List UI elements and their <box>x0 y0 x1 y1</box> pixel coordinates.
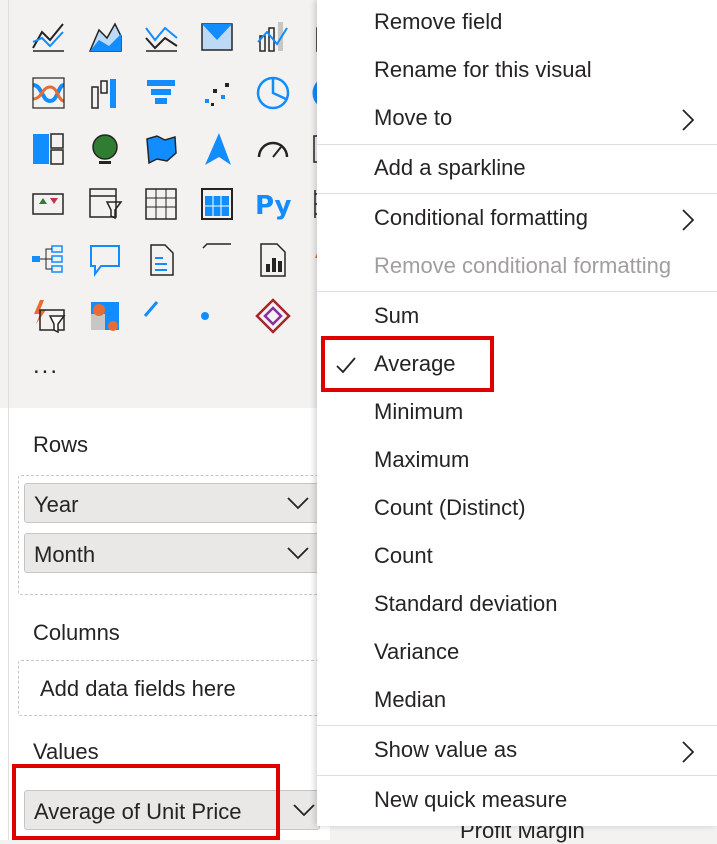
pie-chart-icon[interactable] <box>255 75 291 111</box>
multi-row-card-icon[interactable] <box>30 186 66 222</box>
power-apps-icon[interactable] <box>87 298 123 334</box>
menu-item-show-value-as[interactable]: Show value as <box>317 728 717 776</box>
ribbon-area-chart-icon[interactable] <box>199 18 235 54</box>
chevron-down-icon[interactable] <box>287 496 309 510</box>
chevron-right-icon <box>682 109 695 131</box>
kpi-icon[interactable] <box>87 186 123 222</box>
line-chart-icon[interactable] <box>30 18 66 54</box>
chevron-down-icon[interactable] <box>293 803 315 817</box>
menu-item-label: Remove conditional formatting <box>374 253 672 278</box>
menu-item-label: Conditional formatting <box>374 205 589 230</box>
menu-item-median[interactable]: Median <box>317 678 717 726</box>
qa-icon[interactable] <box>199 242 235 278</box>
visual-gallery: Py123 ... <box>0 0 347 408</box>
menu-item-conditional-formatting[interactable]: Conditional formatting <box>317 196 717 244</box>
rows-well-label: Rows <box>33 432 89 457</box>
pane-divider <box>8 0 9 840</box>
funnel-icon[interactable] <box>143 75 179 111</box>
menu-item-count-distinct[interactable]: Count (Distinct) <box>317 486 717 534</box>
menu-item-remove-conditional-formatting: Remove conditional formatting <box>317 244 717 292</box>
decomposition-tree-icon[interactable] <box>143 242 179 278</box>
menu-item-new-quick-measure[interactable]: New quick measure <box>317 778 717 826</box>
menu-item-label: Show value as <box>374 737 518 762</box>
menu-item-label: Sum <box>374 303 420 328</box>
menu-item-label: Move to <box>374 105 453 130</box>
menu-item-add-a-sparkline[interactable]: Add a sparkline <box>317 146 717 194</box>
menu-separator <box>317 193 717 194</box>
menu-separator <box>317 725 717 726</box>
smart-narrative-icon[interactable] <box>255 242 291 278</box>
menu-item-standard-deviation[interactable]: Standard deviation <box>317 582 717 630</box>
map-icon[interactable] <box>87 131 123 167</box>
more-visuals-icon[interactable]: ... <box>33 352 59 380</box>
ribbon-chart-icon[interactable] <box>30 75 66 111</box>
menu-item-label: Add a sparkline <box>374 155 526 180</box>
key-influencers-icon[interactable] <box>87 242 123 278</box>
rows-field-month[interactable]: Month <box>24 533 320 573</box>
power-automate-icon[interactable] <box>143 298 179 334</box>
field-context-menu: Remove field Rename for this visual Move t… <box>317 0 717 826</box>
rows-field-year[interactable]: Year <box>24 483 320 523</box>
menu-item-sum[interactable]: Sum <box>317 294 717 342</box>
menu-item-label: Standard deviation <box>374 591 558 616</box>
highlight-box-values-field <box>12 764 280 840</box>
menu-item-label: Minimum <box>374 399 464 424</box>
highlight-box-average <box>321 336 494 392</box>
slicer-icon[interactable] <box>143 186 179 222</box>
menu-item-remove-field[interactable]: Remove field <box>317 0 717 48</box>
columns-placeholder: Add data fields here <box>40 676 236 701</box>
menu-item-maximum[interactable]: Maximum <box>317 438 717 486</box>
matrix-icon[interactable]: Py <box>255 186 291 222</box>
power-apps-visual-icon[interactable] <box>255 298 291 334</box>
menu-separator <box>317 144 717 145</box>
gauge-icon[interactable] <box>255 131 291 167</box>
menu-item-move-to[interactable]: Move to <box>317 96 717 144</box>
azure-map-icon[interactable] <box>199 131 235 167</box>
metrics-icon[interactable] <box>30 298 66 334</box>
menu-item-rename-for-this-visual[interactable]: Rename for this visual <box>317 48 717 96</box>
field-label: Year <box>34 492 79 517</box>
chevron-right-icon <box>682 209 695 231</box>
menu-item-label: Maximum <box>374 447 470 472</box>
visualizations-pane: Py123 ... Rows Year Month Columns Add da… <box>0 0 347 840</box>
menu-item-label: Count <box>374 543 433 568</box>
python-visual-icon[interactable] <box>30 242 66 278</box>
field-label: Month <box>34 542 96 567</box>
line-and-column-chart-icon[interactable] <box>255 18 291 54</box>
menu-item-label: New quick measure <box>374 787 568 812</box>
table-icon[interactable] <box>199 186 235 222</box>
treemap-icon[interactable] <box>30 131 66 167</box>
menu-item-count[interactable]: Count <box>317 534 717 582</box>
waterfall-chart-icon[interactable] <box>87 75 123 111</box>
stacked-area-chart-icon[interactable] <box>143 18 179 54</box>
chevron-down-icon[interactable] <box>287 546 309 560</box>
scatter-chart-icon[interactable] <box>199 75 235 111</box>
menu-item-label: Median <box>374 687 447 712</box>
menu-item-variance[interactable]: Variance <box>317 630 717 678</box>
menu-item-label: Variance <box>374 639 460 664</box>
menu-item-label: Rename for this visual <box>374 57 592 82</box>
menu-item-label: Remove field <box>374 9 503 34</box>
filled-map-icon[interactable] <box>143 131 179 167</box>
svg-text:Py: Py <box>255 191 291 221</box>
chevron-right-icon <box>682 741 695 763</box>
menu-separator <box>317 291 717 292</box>
arcgis-map-icon[interactable] <box>199 298 235 334</box>
values-well-label: Values <box>33 739 99 764</box>
area-chart-icon[interactable] <box>87 18 123 54</box>
menu-item-minimum[interactable]: Minimum <box>317 390 717 438</box>
menu-separator <box>317 775 717 776</box>
columns-well-label: Columns <box>33 620 120 645</box>
menu-item-label: Count (Distinct) <box>374 495 526 520</box>
